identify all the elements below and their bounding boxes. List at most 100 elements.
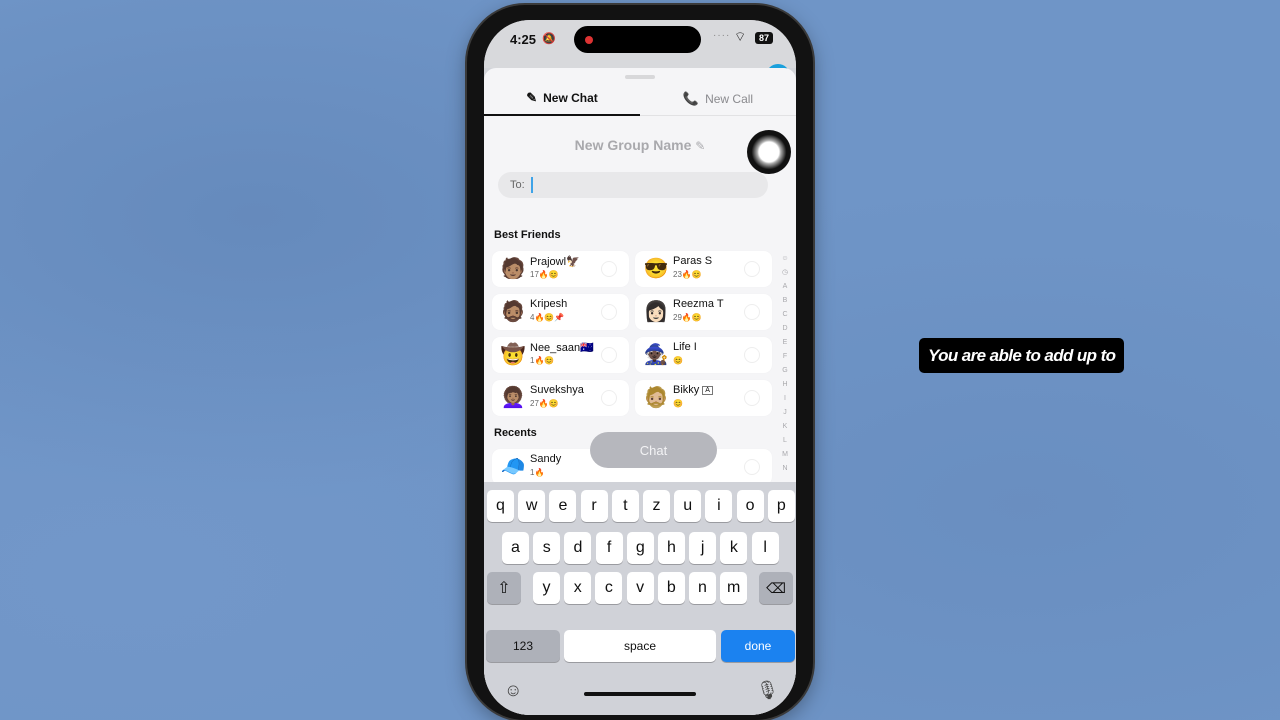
friend-card[interactable]: 🧙🏿 Life I 😊 [635, 337, 772, 373]
key-i[interactable]: i [705, 490, 733, 522]
shift-key[interactable]: ⇧ [487, 572, 521, 604]
tab-new-chat[interactable]: ✎ New Chat [484, 82, 640, 116]
index-letter[interactable]: M [782, 448, 788, 462]
key-t[interactable]: t [611, 490, 639, 522]
key-n[interactable]: n [689, 572, 716, 604]
key-z[interactable]: z [643, 490, 670, 522]
status-bar: 4:25 🔕 ···· ⌔ 87 [484, 20, 796, 88]
key-c[interactable]: c [595, 572, 623, 604]
key-j[interactable]: j [689, 532, 717, 564]
friend-card[interactable]: 👩🏻 Reezma T 29🔥😊 [635, 294, 772, 330]
index-letter[interactable]: B [783, 294, 788, 308]
friend-card[interactable]: 🤠 Nee_saan🇦🇺 1🔥😊 [492, 337, 629, 373]
alphabet-index-scrubber[interactable]: ☺ ◷ A B C D E F G H I J K L M N [780, 252, 790, 476]
bitmoji-avatar: 🧑🏽 [500, 258, 526, 280]
select-friend-radio[interactable] [744, 390, 760, 406]
select-friend-radio[interactable] [601, 261, 617, 277]
select-friend-radio[interactable] [744, 459, 760, 475]
pencil-icon: ✎ [695, 139, 706, 153]
done-key[interactable]: done [721, 630, 795, 662]
key-b[interactable]: b [657, 572, 685, 604]
key-p[interactable]: p [767, 490, 795, 522]
key-v[interactable]: v [626, 572, 654, 604]
delete-key[interactable]: ⌫ [759, 572, 793, 604]
friend-name: Suvekshya [530, 384, 584, 396]
caption-text: You are able to add up to [928, 345, 1116, 365]
index-letter[interactable]: J [783, 406, 787, 420]
friend-name-text: Prajowl🦅 [530, 256, 580, 268]
to-field[interactable]: To: [498, 172, 768, 198]
home-indicator[interactable] [584, 692, 696, 696]
key-y[interactable]: y [533, 572, 560, 604]
select-friend-radio[interactable] [601, 347, 617, 363]
snap-streak: 😊 [673, 356, 683, 365]
numbers-key[interactable]: 123 [486, 630, 560, 662]
friend-name: Reezma T [673, 298, 724, 310]
index-letter[interactable]: I [784, 392, 786, 406]
to-label: To: [510, 179, 525, 191]
select-friend-radio[interactable] [601, 304, 617, 320]
key-e[interactable]: e [549, 490, 577, 522]
select-friend-radio[interactable] [744, 261, 760, 277]
select-friend-radio[interactable] [744, 347, 760, 363]
friend-card[interactable]: 👩🏽‍🦱 Suvekshya 27🔥😊 [492, 380, 629, 416]
friend-card[interactable]: 🧔🏼 Bikky A 😊 [635, 380, 772, 416]
index-letter[interactable]: ☺ [781, 252, 788, 266]
snap-streak: 4🔥😊📌 [530, 313, 565, 322]
dynamic-island [574, 26, 701, 53]
status-time: 4:25 [510, 32, 537, 47]
key-a[interactable]: a [502, 532, 529, 564]
friend-name-text: Paras S [673, 255, 713, 267]
friend-card[interactable]: 😎 Paras S 23🔥😊 [635, 251, 772, 287]
index-letter[interactable]: ◷ [782, 266, 788, 280]
select-friend-radio[interactable] [601, 390, 617, 406]
key-q[interactable]: q [487, 490, 514, 522]
tab-new-call[interactable]: 📞 New Call [640, 82, 796, 116]
index-letter[interactable]: N [782, 462, 787, 476]
friend-name-text: Bikky [673, 384, 700, 396]
best-friends-heading: Best Friends [494, 229, 561, 241]
friend-name-text: Nee_saan🇦🇺 [530, 342, 594, 354]
chat-button[interactable]: Chat [590, 432, 717, 468]
index-letter[interactable]: D [782, 322, 787, 336]
key-s[interactable]: s [533, 532, 561, 564]
key-f[interactable]: f [595, 532, 623, 564]
index-letter[interactable]: E [783, 336, 788, 350]
key-m[interactable]: m [720, 572, 748, 604]
microphone-icon[interactable]: 🎙 [756, 680, 779, 701]
sheet-grabber[interactable] [625, 75, 655, 79]
index-letter[interactable]: A [783, 280, 788, 294]
snap-streak: 1🔥😊 [530, 356, 555, 365]
recipient-search-input[interactable] [530, 177, 731, 193]
friend-name: Nee_saan🇦🇺 [530, 341, 594, 354]
phone-screen: 4:25 🔕 ···· ⌔ 87 ✎ New Chat 📞 New Call N… [484, 20, 796, 715]
recents-heading: Recents [494, 427, 537, 439]
space-key[interactable]: space [564, 630, 716, 662]
key-k[interactable]: k [720, 532, 748, 564]
key-o[interactable]: o [736, 490, 764, 522]
index-letter[interactable]: F [783, 350, 787, 364]
key-r[interactable]: r [580, 490, 608, 522]
key-l[interactable]: l [751, 532, 779, 564]
friend-card[interactable]: 🧔🏽 Kripesh 4🔥😊📌 [492, 294, 629, 330]
bitmoji-avatar: 👩🏻 [643, 301, 669, 323]
key-d[interactable]: d [564, 532, 592, 564]
index-letter[interactable]: L [783, 434, 787, 448]
snap-streak: 😊 [673, 399, 683, 408]
index-letter[interactable]: G [782, 364, 787, 378]
index-letter[interactable]: C [782, 308, 787, 322]
friend-name: Paras S [673, 255, 712, 267]
index-letter[interactable]: H [782, 378, 787, 392]
key-u[interactable]: u [674, 490, 702, 522]
key-x[interactable]: x [564, 572, 592, 604]
emoji-keyboard-icon[interactable]: ☺ [504, 680, 522, 701]
snap-streak: 27🔥😊 [530, 399, 559, 408]
select-friend-radio[interactable] [744, 304, 760, 320]
key-w[interactable]: w [518, 490, 546, 522]
key-h[interactable]: h [658, 532, 685, 564]
friend-name: Sandy [530, 453, 561, 465]
friend-card[interactable]: 🧑🏽 Prajowl🦅 17🔥😊 [492, 251, 629, 287]
key-g[interactable]: g [626, 532, 654, 564]
phone-icon: 📞 [682, 90, 700, 106]
index-letter[interactable]: K [783, 420, 788, 434]
